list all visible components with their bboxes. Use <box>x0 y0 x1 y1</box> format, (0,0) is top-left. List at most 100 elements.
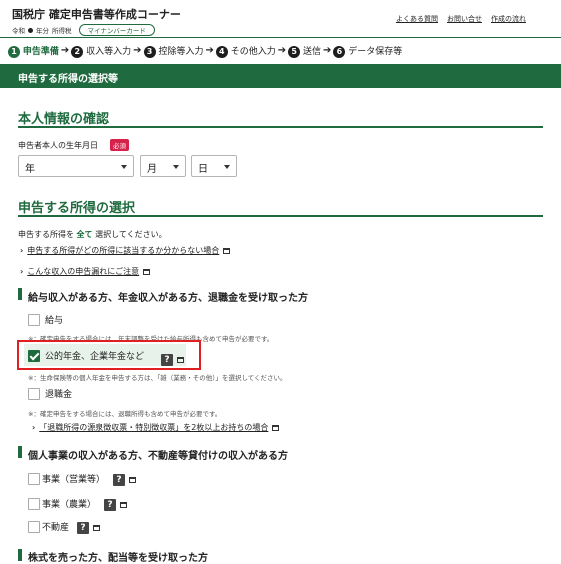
step-2: 2 収入等入力 <box>71 44 131 58</box>
progress-steps: 1 申告準備 ➔ 2 収入等入力 ➔ 3 控除等入力 ➔ 4 その他入力 ➔ 5… <box>8 44 402 58</box>
step-arrow-icon: ➔ <box>205 45 214 57</box>
business-agri-label[interactable]: 事業（農業） <box>42 500 96 510</box>
group2-heading: 個人事業の収入がある方、不動産等貸付けの収入がある方 <box>28 451 288 462</box>
help-icon[interactable]: ? <box>161 353 173 366</box>
income-heading-rule <box>18 215 543 217</box>
help-icon[interactable]: ? <box>77 521 90 534</box>
retirement-multi-link[interactable]: › 「退職所得の源泉徴収票・特別徴収票」を2枚以上お持ちの場合 <box>32 422 280 433</box>
salary-label[interactable]: 給与 <box>45 313 63 326</box>
personal-heading-rule <box>18 126 543 128</box>
pension-help: ? <box>157 349 184 368</box>
tax-year-info: 令和 年分 所得税 マイナンバーカード <box>12 24 155 36</box>
step-5-number: 5 <box>288 45 301 58</box>
pension-label[interactable]: 公的年金、企業年金など <box>45 349 144 362</box>
step-6-number: 6 <box>333 45 346 58</box>
external-link-icon <box>129 476 137 483</box>
header-divider <box>0 37 561 38</box>
birth-month-value: 月 <box>147 164 157 175</box>
real-estate-row: 不動産? <box>42 520 101 534</box>
step-6-label: データ保存等 <box>348 47 403 57</box>
real-estate-checkbox[interactable] <box>28 521 40 533</box>
flow-link[interactable]: 作成の流れ <box>491 14 526 24</box>
step-arrow-icon: ➔ <box>323 45 332 57</box>
real-estate-label[interactable]: 不動産 <box>42 523 69 533</box>
external-link-icon <box>143 268 151 275</box>
omission-warning-text[interactable]: こんな収入の申告漏れにご注意 <box>27 267 139 276</box>
retirement-multi-text[interactable]: 「退職所得の源泉徴収票・特別徴収票」を2枚以上お持ちの場合 <box>39 423 268 432</box>
help-icon[interactable]: ? <box>104 498 117 511</box>
instruction-post: 選択してください。 <box>95 230 167 239</box>
group1-heading-bar <box>18 288 22 300</box>
retirement-note: ※：確定申告をする場合には、退職所得も含めて申告が必要です。 <box>28 410 222 418</box>
tax-type: 所得税 <box>52 27 72 35</box>
chevron-down-icon <box>121 165 127 169</box>
step-2-number: 2 <box>71 45 84 58</box>
help-icon[interactable]: ? <box>113 473 126 486</box>
birth-year-select[interactable]: 年 <box>18 155 134 177</box>
retirement-checkbox[interactable] <box>28 388 40 400</box>
birth-month-select[interactable]: 月 <box>140 155 186 177</box>
group1-heading: 給与収入がある方、年金収入がある方、退職金を受け取った方 <box>28 293 308 304</box>
business-agri-checkbox[interactable] <box>28 498 40 510</box>
personal-info-heading: 本人情報の確認 <box>18 112 110 127</box>
instruction-bold: 全て <box>76 230 93 239</box>
step-arrow-icon: ➔ <box>60 45 70 57</box>
step-4-label: その他入力 <box>230 47 276 57</box>
step-5: 5 送信 <box>288 44 321 58</box>
step-4-number: 4 <box>215 45 228 58</box>
year-text: 年分 <box>36 27 49 35</box>
chevron-down-icon <box>224 165 230 169</box>
step-4: 4 その他入力 <box>215 44 276 58</box>
chevron-right-icon: › <box>20 246 24 255</box>
birth-day-value: 日 <box>198 164 208 175</box>
external-link-icon <box>177 356 184 363</box>
step-6: 6 データ保存等 <box>333 44 402 58</box>
business-sales-checkbox[interactable] <box>28 473 40 485</box>
contact-link[interactable]: お問い合せ <box>447 14 482 24</box>
external-link-icon <box>272 424 280 431</box>
income-category-help-text[interactable]: 申告する所得がどの所得に該当するか分からない場合 <box>27 246 219 255</box>
step-3: 3 控除等入力 <box>143 44 204 58</box>
required-badge: 必須 <box>110 139 129 151</box>
step-1-label: 申告準備 <box>22 47 59 57</box>
birth-date-label: 申告者本人の生年月日 <box>18 141 98 150</box>
birth-year-value: 年 <box>25 164 35 175</box>
external-link-icon <box>223 247 231 254</box>
header-links: よくある質問 お問い合せ 作成の流れ <box>396 14 526 24</box>
group2-heading-bar <box>18 446 22 458</box>
income-instruction: 申告する所得を 全て 選択してください。 <box>18 229 167 240</box>
group3-heading: 株式を売った方、配当等を受け取った方 <box>28 553 208 564</box>
birth-day-select[interactable]: 日 <box>191 155 237 177</box>
era-prefix: 令和 <box>12 27 25 35</box>
chevron-down-icon <box>173 165 179 169</box>
business-agri-row: 事業（農業）? <box>42 497 128 511</box>
external-link-icon <box>120 501 128 508</box>
step-1: 1 申告準備 <box>8 44 59 58</box>
site-title[interactable]: 国税庁 確定申告書等作成コーナー <box>12 6 181 22</box>
pension-note: ※：生命保険等の個人年金を申告する方は、「雑（業務・その他）」を選択してください… <box>28 374 287 382</box>
retirement-label[interactable]: 退職金 <box>45 387 72 400</box>
step-3-label: 控除等入力 <box>158 47 204 57</box>
instruction-pre: 申告する所得を <box>18 230 74 239</box>
chevron-right-icon: › <box>32 423 36 432</box>
salary-checkbox[interactable] <box>28 314 40 326</box>
faq-link[interactable]: よくある質問 <box>396 14 438 24</box>
step-arrow-icon: ➔ <box>277 45 287 57</box>
step-arrow-icon: ➔ <box>133 45 142 57</box>
mynumber-badge: マイナンバーカード <box>78 24 155 36</box>
page-title: 申告する所得の選択等 <box>18 74 118 85</box>
year-dot <box>28 27 33 33</box>
group3-heading-bar <box>18 549 22 561</box>
income-select-heading: 申告する所得の選択 <box>18 201 136 216</box>
external-link-icon <box>93 524 101 531</box>
income-category-help-link[interactable]: › 申告する所得がどの所得に該当するか分からない場合 <box>20 245 231 256</box>
step-3-number: 3 <box>143 45 156 58</box>
omission-warning-link[interactable]: › こんな収入の申告漏れにご注意 <box>20 266 151 277</box>
business-sales-label[interactable]: 事業（営業等） <box>42 475 105 485</box>
business-sales-row: 事業（営業等）? <box>42 472 137 486</box>
step-1-number: 1 <box>8 45 20 58</box>
pension-checkbox[interactable] <box>28 350 40 362</box>
step-5-label: 送信 <box>303 47 322 57</box>
step-2-label: 収入等入力 <box>86 47 132 57</box>
chevron-right-icon: › <box>20 267 24 276</box>
